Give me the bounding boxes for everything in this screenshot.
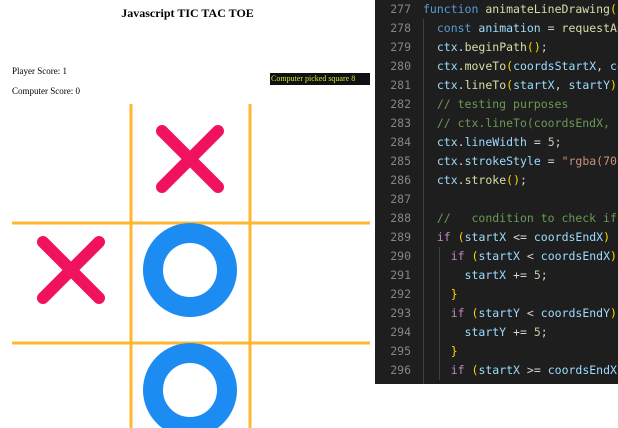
board-cells[interactable] bbox=[16, 104, 365, 428]
line-number: 281 bbox=[390, 78, 411, 92]
line-code: // ctx.lineTo(coordsEndX, coordsEndY); bbox=[436, 116, 618, 130]
code-line: 295 } bbox=[375, 342, 618, 361]
game-board[interactable] bbox=[0, 0, 375, 428]
code-line: 289 if (startX <= coordsEndX) { bbox=[375, 228, 618, 247]
line-number: 279 bbox=[390, 40, 411, 54]
line-code: ctx.lineWidth = 5; bbox=[436, 135, 562, 149]
code-line: 277 function animateLineDrawing() { bbox=[375, 0, 618, 19]
line-code: const animation = requestAnimationFrame(… bbox=[436, 21, 618, 35]
line-number: 289 bbox=[390, 230, 411, 244]
line-code: if (startX < coordsEndX) { bbox=[450, 249, 617, 263]
code-line: 279 ctx.beginPath(); bbox=[375, 38, 618, 57]
board-cell-8[interactable] bbox=[135, 335, 245, 428]
line-code: if (startX >= coordsEndX && startY >= co… bbox=[450, 363, 617, 377]
line-number: 283 bbox=[390, 116, 411, 130]
line-code: ctx.moveTo(coordsStartX, coordsStartY); bbox=[436, 59, 618, 73]
line-number: 292 bbox=[390, 287, 411, 301]
code-line: 285 ctx.strokeStyle = "rgba(70, 255, 33,… bbox=[375, 152, 618, 171]
code-line: 292 } bbox=[375, 285, 618, 304]
line-number: 295 bbox=[390, 344, 411, 358]
line-number: 280 bbox=[390, 59, 411, 73]
board-cell-4[interactable] bbox=[16, 215, 126, 325]
board-cell-1[interactable] bbox=[16, 104, 126, 214]
line-code: startY += 5; bbox=[464, 325, 548, 339]
line-code: function animateLineDrawing() { bbox=[423, 2, 618, 16]
line-number: 282 bbox=[390, 97, 411, 111]
line-code: ctx.strokeStyle = "rgba(70, 255, 33, 0.8… bbox=[436, 154, 618, 168]
code-line: 284 ctx.lineWidth = 5; bbox=[375, 133, 618, 152]
code-line: 286 ctx.stroke(); bbox=[375, 171, 618, 190]
line-code: if (startX <= coordsEndX) { bbox=[436, 230, 618, 244]
board-cell-7[interactable] bbox=[16, 335, 126, 428]
code-line: 278 const animation = requestAnimationFr… bbox=[375, 19, 618, 38]
code-editor[interactable]: 277 function animateLineDrawing() { 278 co… bbox=[375, 0, 618, 384]
line-code: // condition to check if we reached the … bbox=[436, 211, 617, 225]
code-line: 293 if (startY < coordsEndY) { bbox=[375, 304, 618, 323]
line-number: 290 bbox=[390, 249, 411, 263]
game-page: Javascript TIC TAC TOE Player Score: 1 C… bbox=[0, 0, 375, 428]
screenshot: Javascript TIC TAC TOE Player Score: 1 C… bbox=[0, 0, 618, 428]
line-code: ctx.beginPath(); bbox=[436, 40, 548, 54]
line-code: } bbox=[450, 344, 458, 358]
code-line: 291 startX += 5; bbox=[375, 266, 618, 285]
line-number: 284 bbox=[390, 135, 411, 149]
line-code: if (startY < coordsEndY) { bbox=[450, 306, 617, 320]
board-cell-6[interactable] bbox=[255, 215, 365, 325]
line-code: ctx.lineTo(startX, startY); bbox=[436, 78, 618, 92]
line-number: 286 bbox=[390, 173, 411, 187]
line-code: ctx.stroke(); bbox=[436, 173, 527, 187]
line-code: // testing purposes bbox=[436, 97, 569, 111]
code-line: 296 if (startX >= coordsEndX && startY >… bbox=[375, 361, 618, 380]
line-number: 288 bbox=[390, 211, 411, 225]
line-code: } bbox=[450, 287, 458, 301]
line-number: 278 bbox=[390, 21, 411, 35]
code-line: 290 if (startX < coordsEndX) { bbox=[375, 247, 618, 266]
board-cell-5[interactable] bbox=[135, 215, 245, 325]
line-number: 294 bbox=[390, 325, 411, 339]
desktop-background bbox=[375, 384, 618, 428]
code-line: 282 // testing purposes bbox=[375, 95, 618, 114]
line-code: startX += 5; bbox=[464, 268, 548, 282]
board-cell-3[interactable] bbox=[255, 104, 365, 214]
board-cell-2[interactable] bbox=[135, 104, 245, 214]
code-line: 294 startY += 5; bbox=[375, 323, 618, 342]
board-cell-9[interactable] bbox=[255, 335, 365, 428]
line-number: 277 bbox=[390, 2, 411, 16]
line-number: 293 bbox=[390, 306, 411, 320]
line-number: 296 bbox=[390, 363, 411, 377]
code-line: 280 ctx.moveTo(coordsStartX, coordsStart… bbox=[375, 57, 618, 76]
line-number: 291 bbox=[390, 268, 411, 282]
line-number: 287 bbox=[390, 192, 411, 206]
code-line: 287 bbox=[375, 190, 618, 209]
code-line: 283 // ctx.lineTo(coordsEndX, coordsEndY… bbox=[375, 114, 618, 133]
line-number: 285 bbox=[390, 154, 411, 168]
code-line: 288 // condition to check if we reached … bbox=[375, 209, 618, 228]
code-line: 281 ctx.lineTo(startX, startY); bbox=[375, 76, 618, 95]
